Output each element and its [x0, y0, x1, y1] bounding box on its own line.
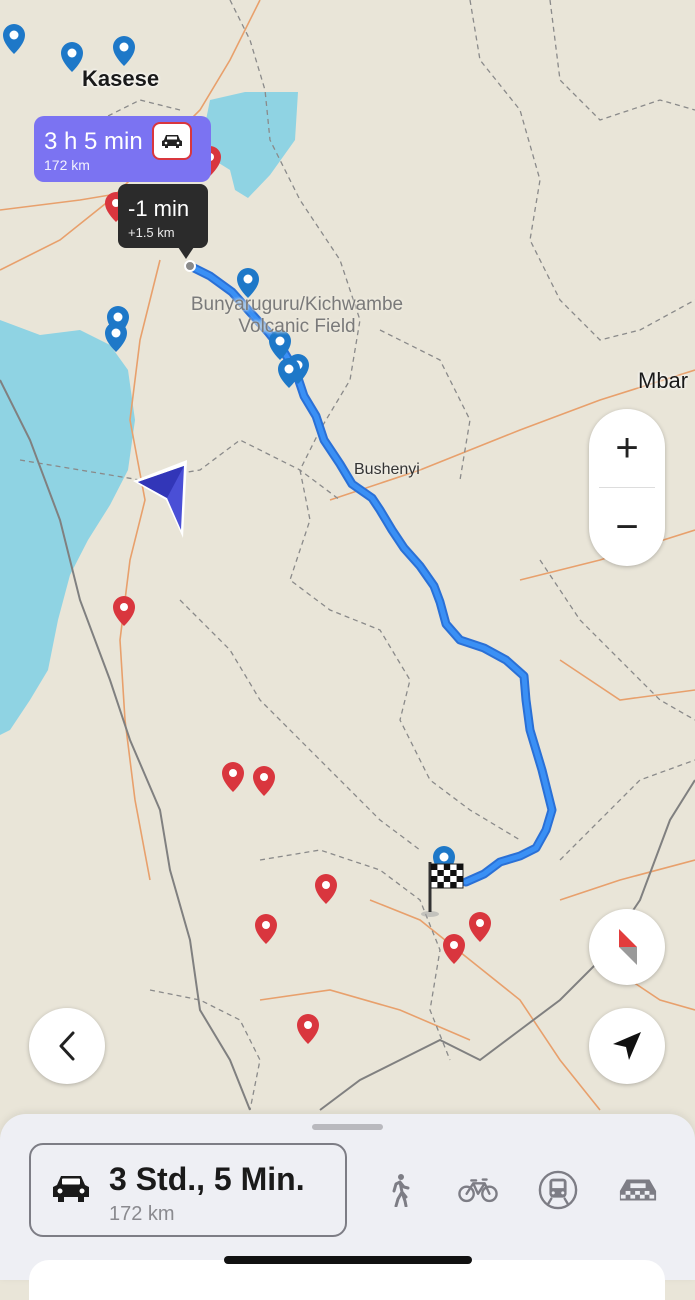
zoom-control: + − — [589, 409, 665, 566]
map-label-bunyaruguru: Bunyaruguru/Kichwambe Volcanic Field — [172, 294, 422, 338]
next-sheet-card[interactable] — [29, 1260, 665, 1300]
selected-mode-card-car[interactable]: 3 Std., 5 Min. 172 km — [29, 1143, 347, 1237]
my-location-button[interactable] — [589, 1008, 665, 1084]
route-time: 3 h 5 min — [44, 128, 143, 155]
mode-walk-button[interactable] — [380, 1172, 420, 1208]
alt-route-distance-diff: +1.5 km — [128, 225, 175, 240]
map-label-mbarara: Mbar — [638, 368, 689, 393]
selected-mode-distance: 172 km — [109, 1203, 175, 1225]
selected-mode-time: 3 Std., 5 Min. — [109, 1161, 305, 1197]
alt-route-bubble-tail — [178, 247, 194, 259]
map-label-bushenyi: Bushenyi — [354, 461, 420, 478]
public-transport-icon — [538, 1170, 578, 1210]
zoom-in-button[interactable]: + — [589, 409, 665, 487]
route-start-marker — [184, 260, 196, 272]
compass-icon — [619, 929, 637, 965]
map-label-kasese: Kasese — [82, 66, 160, 91]
mode-taxi-button[interactable] — [618, 1172, 658, 1208]
taxi-icon — [619, 1179, 657, 1201]
route-summary-bubble[interactable]: 3 h 5 min 172 km — [34, 116, 211, 182]
alt-route-time-diff: -1 min — [128, 196, 190, 221]
bicycle-icon — [458, 1178, 498, 1203]
chevron-left-icon — [59, 1031, 75, 1061]
alt-route-bubble[interactable]: -1 min +1.5 km — [118, 184, 208, 248]
car-icon — [53, 1176, 89, 1202]
mode-public-transport-button[interactable] — [538, 1170, 578, 1210]
zoom-out-button[interactable]: − — [589, 488, 665, 566]
map-label-bunyaruguru-line2: Volcanic Field — [238, 316, 356, 337]
navigation-arrow-icon — [613, 1032, 641, 1060]
compass-button[interactable] — [589, 909, 665, 985]
car-icon — [162, 135, 182, 148]
walk-icon — [392, 1174, 410, 1207]
map-canvas[interactable] — [0, 0, 695, 1280]
route-distance: 172 km — [44, 157, 90, 173]
home-indicator[interactable] — [224, 1256, 472, 1264]
sheet-drag-handle[interactable] — [312, 1124, 383, 1130]
route-mode-badge — [152, 122, 192, 160]
back-button[interactable] — [29, 1008, 105, 1084]
mode-bicycle-button[interactable] — [458, 1172, 498, 1208]
map-label-bunyaruguru-line1: Bunyaruguru/Kichwambe — [190, 294, 404, 315]
